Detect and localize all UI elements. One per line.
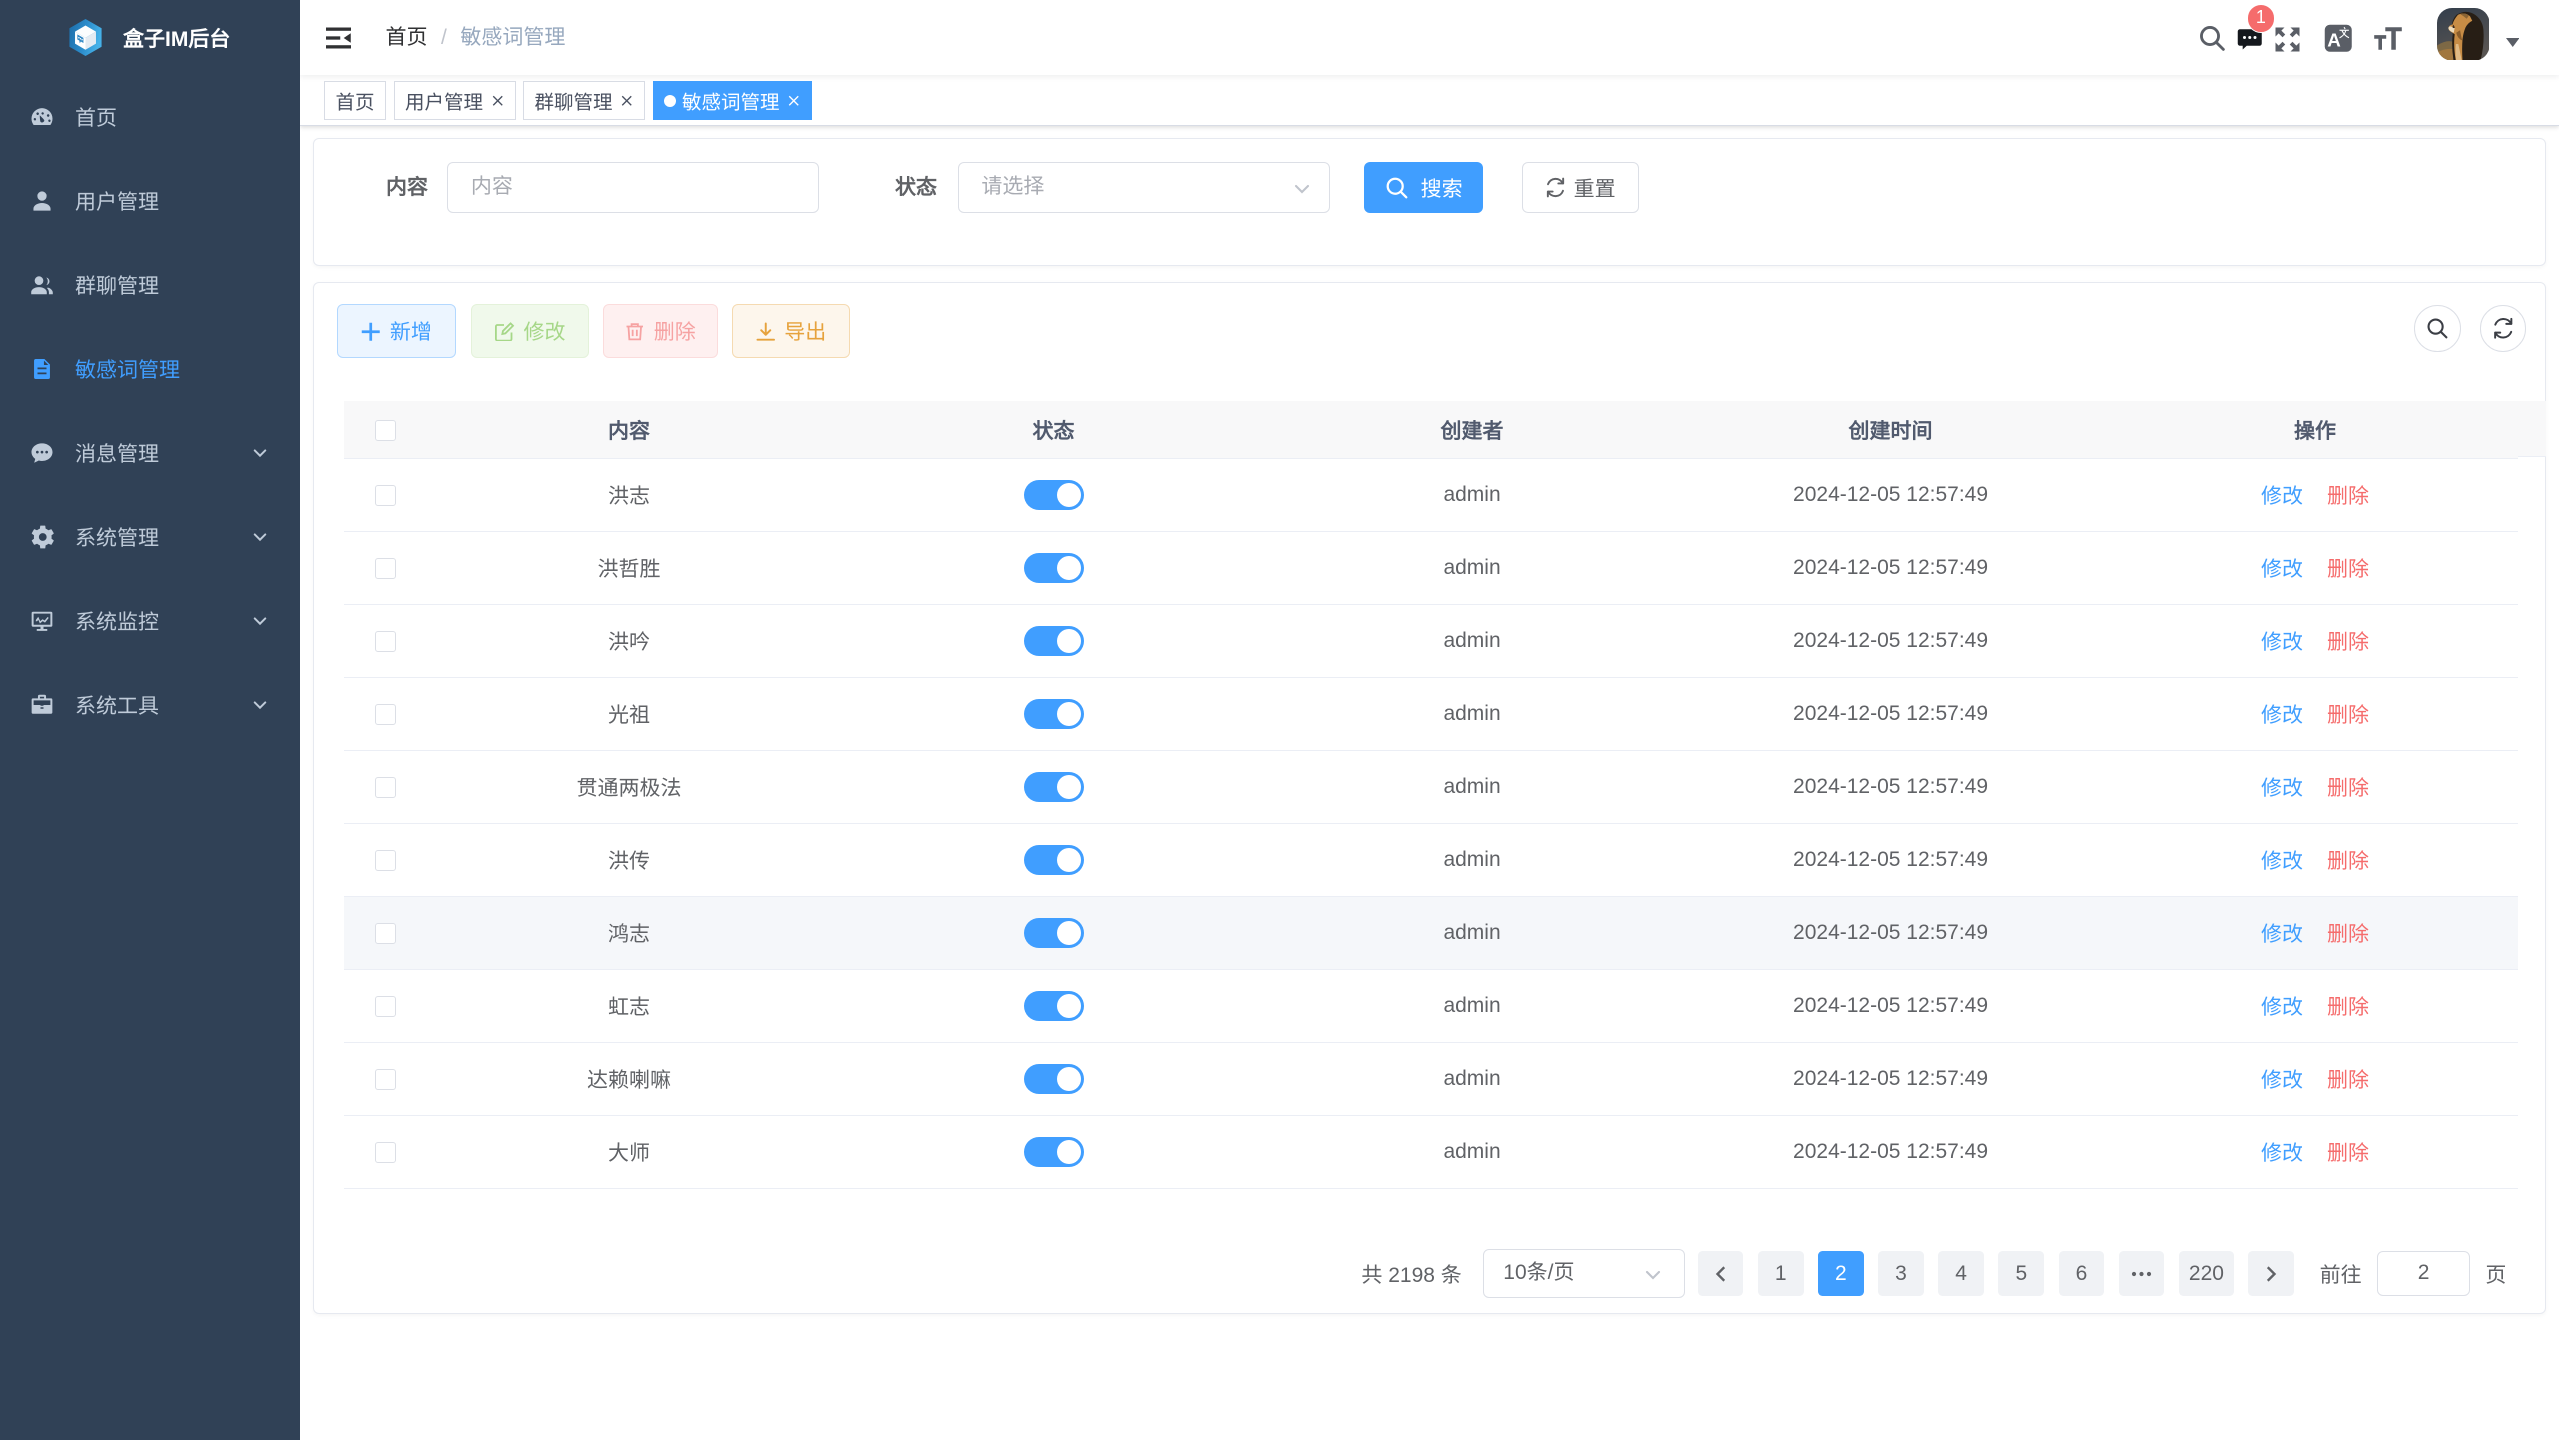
svg-text:A: A [2327, 30, 2341, 51]
